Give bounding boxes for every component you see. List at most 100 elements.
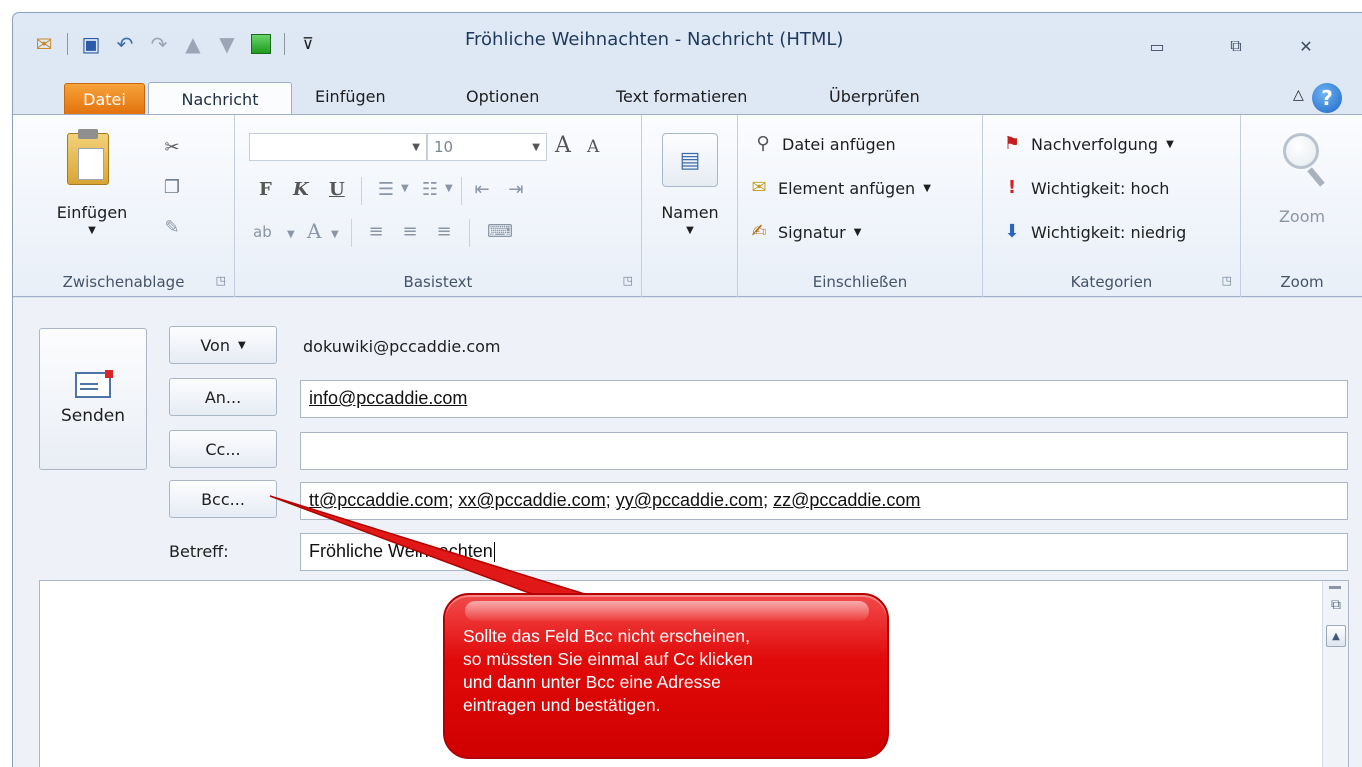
dropdown-icon: ▼ <box>445 183 453 194</box>
dialog-launcher-icon[interactable]: ◳ <box>1222 274 1232 287</box>
tab-message[interactable]: Nachricht <box>148 82 292 116</box>
envelope-attach-icon: ✉ <box>751 177 767 198</box>
callout-highlight <box>465 601 869 621</box>
save-icon[interactable]: ▣ <box>78 31 104 57</box>
magnifier-handle <box>1307 167 1325 187</box>
copy-icon[interactable]: ❐ <box>161 177 183 199</box>
attach-item-button[interactable]: ✉ Element anfügen ▼ <box>748 177 930 199</box>
group-label-include: Einschließen <box>812 273 908 291</box>
cut-icon[interactable]: ✂ <box>161 137 183 159</box>
qat-separator <box>284 33 285 55</box>
collapse-ribbon-icon[interactable]: △ <box>1293 87 1304 103</box>
bcc-address[interactable]: tt@pccaddie.com <box>309 490 448 510</box>
callout-text: Sollte das Feld Bcc nicht erscheinen, so… <box>463 625 883 717</box>
bcc-address[interactable]: xx@pccaddie.com <box>458 490 605 510</box>
undo-icon[interactable]: ↶ <box>112 31 138 57</box>
align-center-icon[interactable]: ≡ <box>399 221 421 243</box>
paperclip-icon: ⚲ <box>756 133 770 154</box>
group-zoom: Zoom Zoom <box>1241 115 1362 297</box>
align-left-icon[interactable]: ≡ <box>365 221 387 243</box>
attach-file-label: Datei anfügen <box>782 134 896 154</box>
font-color-button[interactable]: A <box>307 219 321 243</box>
font-size-combo[interactable]: 10 ▼ <box>427 133 547 161</box>
help-icon[interactable]: ? <box>1312 83 1342 113</box>
shrink-font-button[interactable]: A <box>587 137 599 157</box>
dropdown-icon: ▼ <box>686 225 694 236</box>
highlight-button[interactable]: ab <box>253 223 272 241</box>
tab-file[interactable]: Datei <box>64 83 145 115</box>
attach-file-button[interactable]: ⚲ Datei anfügen <box>752 133 896 155</box>
to-address[interactable]: info@pccaddie.com <box>309 388 467 408</box>
dropdown-icon: ▼ <box>331 229 339 240</box>
tab-review[interactable]: Überprüfen <box>829 87 920 106</box>
green-square-icon[interactable] <box>248 31 274 57</box>
scroll-up-button[interactable]: ▲ <box>1326 625 1346 647</box>
subject-field[interactable]: Fröhliche Weihnachten <box>300 533 1348 571</box>
increase-indent-icon[interactable]: ⇥ <box>505 179 527 201</box>
redo-icon[interactable]: ↷ <box>146 31 172 57</box>
decrease-indent-icon[interactable]: ⇤ <box>471 179 493 201</box>
bullets-icon[interactable]: ☰ <box>375 179 397 201</box>
zoom-button[interactable]: Zoom <box>1259 129 1345 249</box>
ruler-icon[interactable]: ⧉ <box>1326 595 1346 615</box>
font-name-combo[interactable]: ▼ <box>249 133 427 161</box>
send-button[interactable]: Senden <box>39 328 147 470</box>
format-painter-icon[interactable]: ✎ <box>161 217 183 239</box>
bold-button[interactable]: F <box>259 179 272 200</box>
numbering-icon[interactable]: ☷ <box>419 179 441 201</box>
from-value: dokuwiki@pccaddie.com <box>303 337 501 356</box>
underline-button[interactable]: U <box>329 179 345 200</box>
follow-up-button[interactable]: ⚑ Nachverfolgung ▼ <box>1001 133 1174 155</box>
to-button[interactable]: An... <box>169 378 277 416</box>
minimize-button[interactable]: ▭ <box>1144 35 1170 57</box>
address-book-button[interactable]: ▤ Namen ▼ <box>656 129 724 249</box>
flag-icon: ⚑ <box>1003 133 1021 154</box>
paste-button[interactable]: Einfügen ▼ <box>49 127 135 257</box>
bcc-field[interactable]: tt@pccaddie.com; xx@pccaddie.com; yy@pcc… <box>300 482 1348 520</box>
dialog-launcher-icon[interactable]: ◳ <box>623 274 633 287</box>
follow-up-label: Nachverfolgung <box>1031 134 1159 154</box>
vertical-scrollbar[interactable]: ⧉ ▲ <box>1322 581 1348 767</box>
dropdown-icon: ▼ <box>1166 138 1174 150</box>
restore-button[interactable]: ⧉ <box>1223 35 1249 57</box>
dropdown-icon: ▼ <box>412 141 420 153</box>
customize-qat-icon[interactable]: ⊽ <box>295 31 321 57</box>
to-button-label: An... <box>204 387 242 407</box>
from-button[interactable]: Von ▼ <box>169 326 277 364</box>
cc-field[interactable] <box>300 432 1348 470</box>
bcc-button-label: Bcc... <box>201 489 245 509</box>
to-field[interactable]: info@pccaddie.com <box>300 380 1348 418</box>
dialog-launcher-icon[interactable]: ◳ <box>216 274 226 287</box>
down-arrow-icon[interactable]: ▼ <box>214 31 240 57</box>
tab-insert[interactable]: Einfügen <box>315 87 386 106</box>
separator <box>469 219 470 247</box>
low-importance-label: Wichtigkeit: niedrig <box>1031 222 1187 242</box>
tab-format-text[interactable]: Text formatieren <box>616 87 747 106</box>
bcc-button[interactable]: Bcc... <box>169 480 277 518</box>
outlook-icon[interactable]: ✉ <box>31 31 57 57</box>
magnifier-icon <box>1283 133 1319 169</box>
bcc-address[interactable]: zz@pccaddie.com <box>773 490 920 510</box>
grow-font-button[interactable]: A <box>555 133 571 158</box>
high-importance-button[interactable]: ! Wichtigkeit: hoch <box>1001 177 1169 199</box>
low-importance-button[interactable]: ⬇ Wichtigkeit: niedrig <box>1001 221 1186 243</box>
from-button-label: Von <box>200 335 230 355</box>
attach-item-label: Element anfügen <box>778 178 916 198</box>
clipboard-icon <box>67 129 109 185</box>
address-separator: ; <box>605 490 616 510</box>
italic-button[interactable]: K <box>293 179 309 200</box>
split-grip-icon[interactable] <box>1329 586 1341 589</box>
send-envelope-icon <box>75 370 113 398</box>
ribbon-tabs: Datei Nachricht Einfügen Optionen Text f… <box>13 77 1362 116</box>
bcc-address[interactable]: yy@pccaddie.com <box>616 490 763 510</box>
font-size-value: 10 <box>434 138 454 156</box>
styles-icon[interactable]: ⌨ <box>487 221 513 243</box>
quick-access-toolbar: ✉ ▣ ↶ ↷ ▲ ▼ ⊽ <box>31 31 321 57</box>
callout-box: Sollte das Feld Bcc nicht erscheinen, so… <box>443 593 889 759</box>
close-button[interactable]: ✕ <box>1293 35 1319 57</box>
align-right-icon[interactable]: ≡ <box>433 221 455 243</box>
signature-button[interactable]: ✍ Signatur ▼ <box>748 221 861 243</box>
tab-options[interactable]: Optionen <box>466 87 539 106</box>
up-arrow-icon[interactable]: ▲ <box>180 31 206 57</box>
cc-button[interactable]: Cc... <box>169 430 277 468</box>
